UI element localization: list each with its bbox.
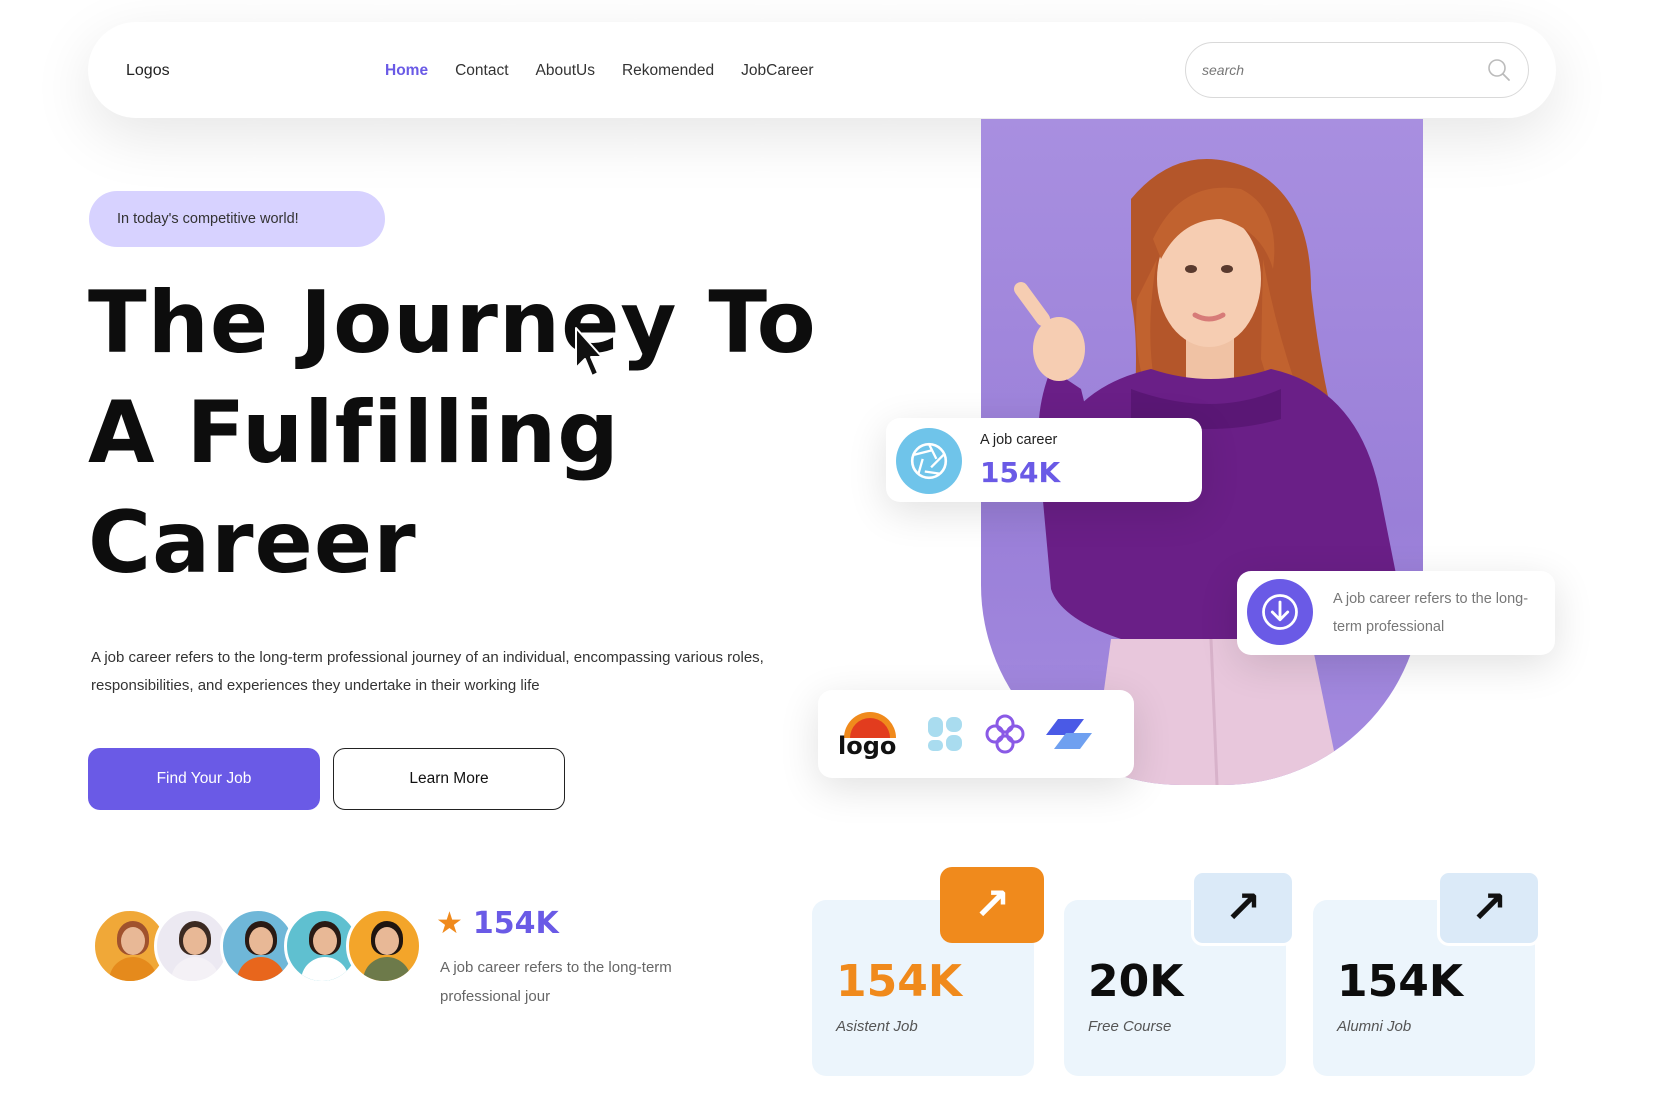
stat-label: Alumni Job — [1337, 1018, 1412, 1035]
brand-logo-text: logo — [838, 732, 896, 760]
grid-blocks-icon — [928, 717, 962, 751]
search-icon[interactable] — [1486, 57, 1512, 83]
partner-logos-card: logo — [818, 690, 1134, 778]
arrow-up-right-icon[interactable]: ↗ — [1437, 870, 1541, 946]
navbar: Logos Home Contact AboutUs Rekomended Jo… — [88, 22, 1556, 118]
job-card-value: 154K — [980, 456, 1061, 489]
hero-description: A job career refers to the long-term pro… — [91, 649, 764, 694]
nav-item-job-career[interactable]: JobCareer — [741, 62, 813, 80]
layers-icon — [1046, 719, 1092, 749]
hero-title-line-3: Career — [88, 493, 417, 593]
nav-links: Home Contact AboutUs Rekomended JobCaree… — [385, 62, 841, 80]
rating-line: ★ 154K — [436, 906, 559, 941]
nav-item-rekomended[interactable]: Rekomended — [622, 62, 714, 80]
hero-title: The Journey To A Fulfilling Career — [88, 268, 868, 598]
search-input[interactable] — [1202, 62, 1486, 78]
learn-more-button[interactable]: Learn More — [333, 748, 565, 810]
stat-value: 20K — [1088, 956, 1184, 1007]
avatar — [154, 908, 230, 984]
nav-item-contact[interactable]: Contact — [455, 62, 508, 80]
stat-label: Asistent Job — [836, 1018, 918, 1035]
job-card-label: A job career — [980, 432, 1058, 448]
stat-value: 154K — [836, 956, 962, 1007]
arrow-up-right-icon[interactable]: ↗ — [1191, 870, 1295, 946]
avatar — [346, 908, 422, 984]
job-career-card: A job career 154K — [886, 418, 1202, 502]
rating-description: A job career refers to the long-term pro… — [440, 959, 672, 1005]
hero-title-line-1: The Journey To — [88, 273, 817, 373]
aperture-icon — [896, 428, 962, 494]
info-card: A job career refers to the long-term pro… — [1237, 571, 1555, 655]
flower-icon — [985, 714, 1025, 754]
hero-badge: In today's competitive world! — [89, 191, 385, 247]
find-your-job-button[interactable]: Find Your Job — [88, 748, 320, 810]
nav-item-about-us[interactable]: AboutUs — [536, 62, 595, 80]
arrow-up-right-icon[interactable]: ↗ — [940, 867, 1044, 943]
hero-title-line-2: A Fulfilling — [88, 383, 620, 483]
site-logo[interactable]: Logos — [126, 62, 170, 80]
rating-value: 154K — [472, 906, 559, 941]
partner-logos-row: logo — [834, 708, 1094, 760]
nav-item-home[interactable]: Home — [385, 62, 428, 80]
info-card-text: A job career refers to the long-term pro… — [1333, 591, 1529, 635]
star-icon: ★ — [436, 906, 463, 940]
download-icon[interactable] — [1247, 579, 1313, 645]
stat-value: 154K — [1337, 956, 1463, 1007]
stat-label: Free Course — [1088, 1018, 1172, 1035]
logo-brand-icon: logo — [838, 712, 896, 760]
mouse-cursor-icon — [575, 327, 603, 377]
search-box — [1185, 42, 1529, 98]
